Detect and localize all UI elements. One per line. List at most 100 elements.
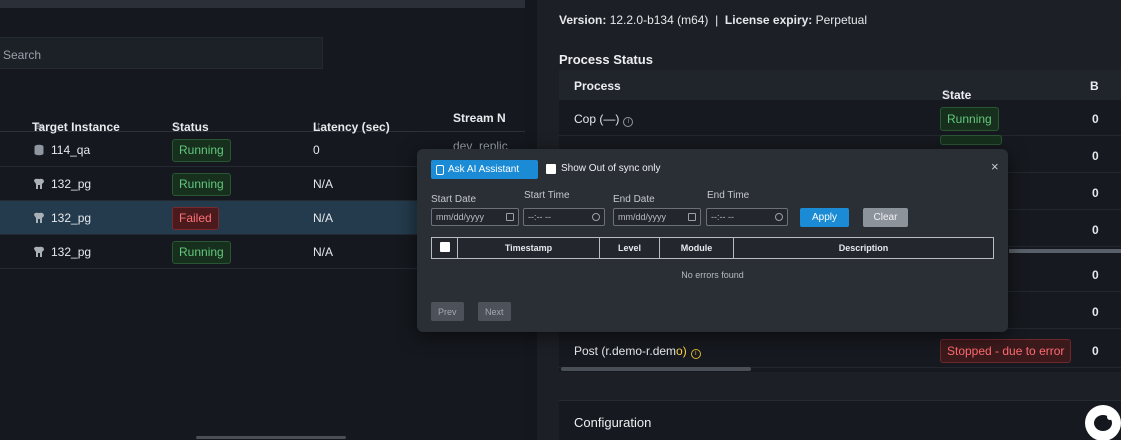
out-of-sync-checkbox[interactable] — [546, 163, 556, 174]
version-line: Version: 12.2.0-b134 (m64) | License exp… — [559, 13, 867, 27]
status-badge: Failed — [172, 207, 219, 230]
configuration-title: Configuration — [574, 415, 652, 430]
clock-icon[interactable] — [592, 213, 600, 221]
end-date-label: End Date — [613, 194, 655, 205]
next-button[interactable]: Next — [478, 302, 511, 321]
elephant-icon — [34, 178, 44, 189]
chat-dot — [1107, 414, 1113, 420]
errors-modal: Ask AI Assistant Show Out of sync only ×… — [417, 149, 1008, 332]
process-name-cell: Cop (—) i — [574, 112, 634, 127]
process-name-cell: Post (r.demo-r.demo) i — [574, 344, 701, 359]
b-value: 0 — [1092, 223, 1099, 237]
process-row: Cop (—) i Running 0 — [559, 100, 1121, 136]
latency-value: 0 — [313, 143, 320, 157]
time-placeholder: --:-- -- — [711, 212, 734, 222]
info-icon[interactable]: i — [623, 117, 634, 127]
clock-icon[interactable] — [775, 213, 783, 221]
instance-name: 132_pg — [51, 211, 92, 225]
status-badge: Running — [172, 241, 231, 264]
instance-cell: 132_pg — [33, 211, 91, 225]
status-badge: Running — [172, 173, 231, 196]
state-badge — [940, 135, 1002, 145]
version-value: 12.2.0-b134 (m64) — [609, 13, 709, 27]
instance-name: 114_qa — [51, 143, 91, 157]
instance-name: 132_pg — [51, 177, 92, 191]
horizontal-scrollbar[interactable] — [196, 436, 346, 439]
start-time-label: Start Time — [524, 190, 570, 201]
prev-button[interactable]: Prev — [431, 302, 464, 321]
ai-assistant-icon — [436, 164, 444, 175]
elephant-icon — [34, 212, 44, 223]
column-level[interactable]: Level — [600, 238, 660, 258]
b-value: 0 — [1092, 112, 1099, 126]
latency-value: N/A — [313, 177, 334, 191]
column-module[interactable]: Module — [660, 238, 734, 258]
time-placeholder: --:-- -- — [528, 212, 551, 222]
instance-cell: 132_pg — [33, 177, 91, 191]
column-b: B — [1090, 79, 1099, 93]
info-icon[interactable]: i — [690, 349, 701, 359]
column-stream[interactable]: Stream N — [453, 111, 506, 125]
select-all-cell — [432, 238, 458, 258]
sort-icon[interactable]: ↕ — [945, 88, 951, 100]
horizontal-scrollbar[interactable] — [561, 367, 751, 371]
state-badge: Stopped - due to error — [940, 339, 1072, 363]
ask-ai-button[interactable]: Ask AI Assistant — [431, 160, 538, 179]
search-input[interactable]: Search — [0, 37, 323, 69]
sort-icon[interactable]: ↕ — [175, 120, 181, 132]
process-name: Cop (—) — [574, 112, 620, 126]
start-time-input[interactable]: --:-- -- — [523, 208, 605, 226]
show-out-of-sync-toggle[interactable]: Show Out of sync only — [546, 163, 661, 174]
process-row: Post (r.demo-r.demo) i Stopped - due to e… — [559, 332, 1121, 368]
license-value: Perpetual — [815, 13, 867, 27]
process-table-header: Process State ↕ B — [559, 70, 1121, 102]
instance-cell: 114_qa — [33, 143, 90, 157]
empty-message: No errors found — [681, 270, 744, 280]
sort-icon[interactable]: ↕ — [316, 120, 322, 132]
b-value: 0 — [1092, 268, 1099, 282]
divider — [1009, 249, 1121, 253]
state-badge: Running — [940, 107, 999, 131]
end-time-input[interactable]: --:-- -- — [706, 208, 788, 226]
clear-button[interactable]: Clear — [863, 208, 908, 227]
instances-table-header: Target Instance ≋ Status ↕ Latency (sec) ↕ … — [0, 102, 525, 134]
instance-name: 132_pg — [51, 245, 92, 259]
status-badge: Running — [172, 139, 231, 162]
process-status-title: Process Status — [559, 52, 653, 67]
date-placeholder: mm/dd/yyyy — [618, 212, 667, 222]
version-label: Version: — [559, 13, 607, 27]
end-date-input[interactable]: mm/dd/yyyy — [613, 208, 701, 226]
latency-value: N/A — [313, 211, 334, 225]
out-of-sync-label: Show Out of sync only — [561, 163, 661, 174]
start-date-input[interactable]: mm/dd/yyyy — [431, 208, 519, 226]
column-description[interactable]: Description — [734, 238, 993, 258]
elephant-icon — [34, 246, 44, 257]
process-name-suffix: ) — [682, 344, 687, 358]
start-date-label: Start Date — [431, 194, 477, 205]
configuration-section[interactable]: Configuration — [559, 400, 1121, 440]
close-icon[interactable]: × — [991, 159, 999, 174]
b-value: 0 — [1092, 186, 1099, 200]
ask-ai-label: Ask AI Assistant — [448, 164, 520, 175]
calendar-icon[interactable] — [688, 213, 696, 221]
latency-value: N/A — [313, 245, 334, 259]
database-icon — [34, 144, 44, 156]
apply-button[interactable]: Apply — [800, 208, 849, 227]
errors-grid-header: Timestamp Level Module Description — [431, 237, 994, 259]
chat-icon[interactable] — [1085, 405, 1121, 440]
b-value: 0 — [1092, 344, 1099, 358]
b-value: 0 — [1092, 305, 1099, 319]
calendar-icon[interactable] — [506, 213, 514, 221]
column-timestamp[interactable]: Timestamp — [458, 238, 600, 258]
column-process: Process — [574, 79, 621, 93]
process-name-highlight: o — [676, 344, 683, 358]
select-all-checkbox[interactable] — [439, 242, 450, 252]
filter-stack-icon[interactable]: ≋ — [35, 120, 44, 133]
column-label: Target Instance — [32, 120, 120, 134]
separator: | — [715, 13, 719, 27]
b-value: 0 — [1092, 149, 1099, 163]
column-label: Latency (sec) — [313, 120, 390, 134]
license-label: License expiry: — [724, 13, 813, 27]
top-bar — [0, 0, 525, 8]
instance-cell: 132_pg — [33, 245, 91, 259]
